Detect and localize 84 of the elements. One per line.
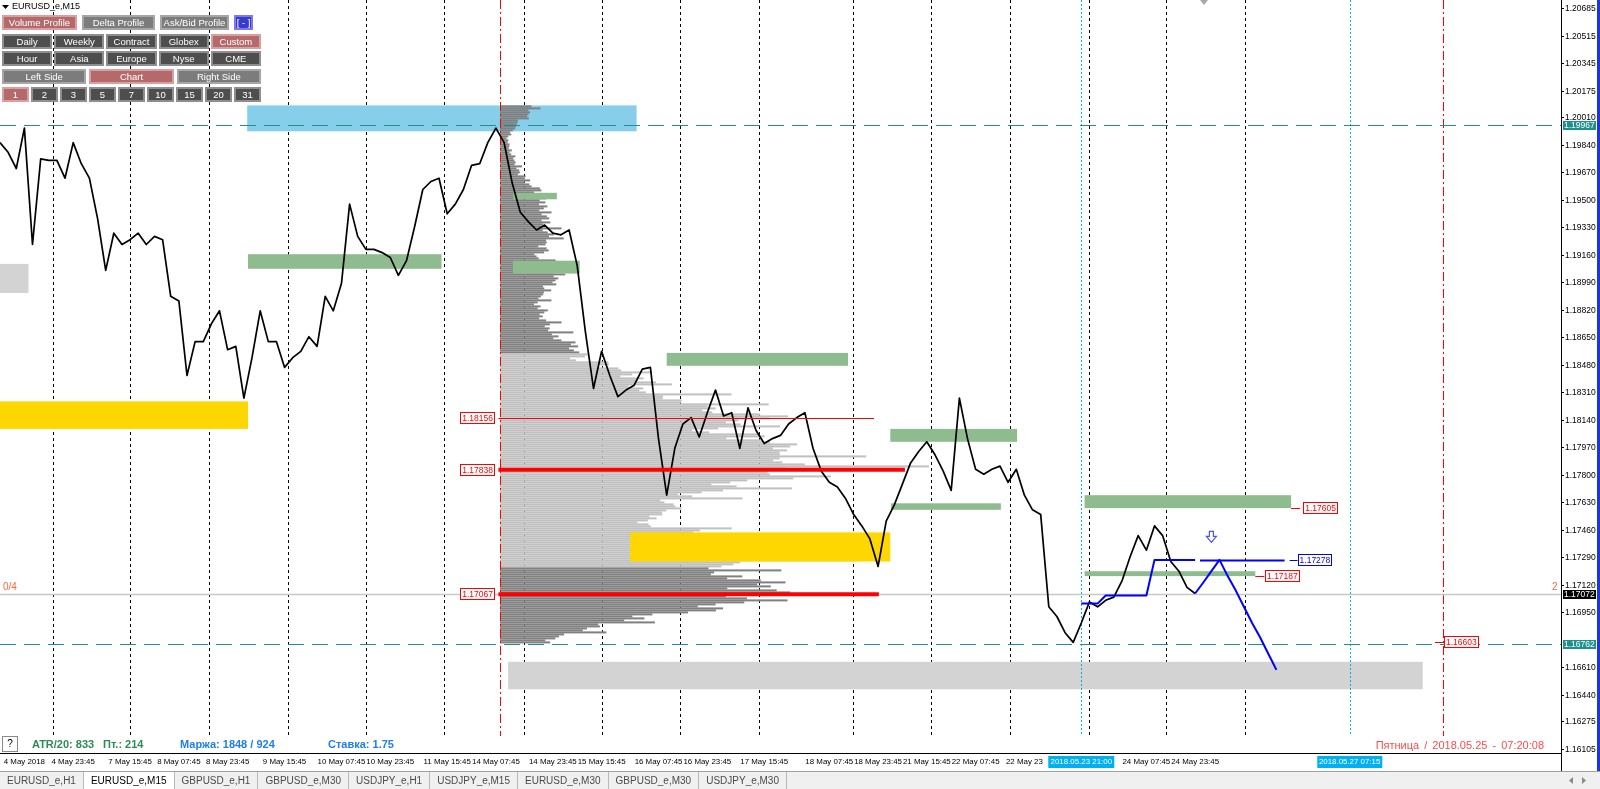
caret-icon[interactable] xyxy=(2,4,9,9)
price-marker: 1.19967 xyxy=(1563,121,1596,131)
leader-line xyxy=(1290,508,1301,509)
price-label: 1.17605 xyxy=(1303,502,1338,515)
price-label: 1.18156 xyxy=(460,412,495,425)
price-marker: 1.16762 xyxy=(1563,639,1596,649)
price-zone xyxy=(0,263,29,293)
price-tick-label: 1.19670 xyxy=(1565,168,1596,177)
price-label: 1.17067 xyxy=(460,588,495,601)
leader-line xyxy=(1434,642,1445,643)
price-tick-label: 1.18140 xyxy=(1565,415,1596,424)
price-tick-label: 1.18820 xyxy=(1565,305,1596,314)
profile-button[interactable]: Volume Profile xyxy=(2,15,77,30)
period-button[interactable]: Asia xyxy=(54,51,105,66)
count-button[interactable]: 7 xyxy=(118,87,145,102)
right-arrow-icon[interactable] xyxy=(1582,777,1586,784)
price-tick-label: 1.17290 xyxy=(1565,553,1596,562)
count-button[interactable]: 20 xyxy=(205,87,232,102)
price-tick-label: 1.18310 xyxy=(1565,388,1596,397)
price-tick-label: 1.16610 xyxy=(1565,663,1596,672)
profile-button[interactable]: Ask/Bid Profile xyxy=(160,15,229,30)
period-button[interactable]: Nyse xyxy=(158,51,209,66)
price-tick-label: 1.18650 xyxy=(1565,333,1596,342)
count-button[interactable]: 15 xyxy=(176,87,203,102)
count-button[interactable]: 31 xyxy=(234,87,261,102)
side-button[interactable]: Chart xyxy=(89,69,174,84)
price-tick-label: 1.19500 xyxy=(1565,195,1596,204)
period-button[interactable]: Daily xyxy=(2,34,53,49)
triangle-icon[interactable] xyxy=(1200,0,1208,5)
indicator-text: ATR/20: 833 xyxy=(32,737,96,751)
help-button[interactable]: ? xyxy=(2,736,18,752)
signal-count: 2 xyxy=(1552,581,1558,592)
price-label: 1.16603 xyxy=(1443,636,1479,649)
count-button[interactable]: 10 xyxy=(147,87,174,102)
count-button[interactable]: 5 xyxy=(89,87,116,102)
period-button[interactable]: Globex xyxy=(158,34,209,49)
count-button[interactable]: 1 xyxy=(2,87,29,102)
price-tick-label: 1.20685 xyxy=(1565,4,1596,13)
count-button[interactable]: 2 xyxy=(31,87,58,102)
price-tick-label: 1.19840 xyxy=(1565,140,1596,149)
price-tick-label: 1.17970 xyxy=(1565,443,1596,452)
indicator-text: Ставка: 1.75 xyxy=(328,737,394,751)
side-button[interactable]: Left Side xyxy=(2,69,87,84)
price-label: 1.17278 xyxy=(1297,554,1333,567)
period-button[interactable]: Custom xyxy=(210,34,261,49)
price-tick-label: 1.16950 xyxy=(1565,608,1596,617)
price-tick-label: 1.19330 xyxy=(1565,223,1596,232)
price-tick-label: 1.18990 xyxy=(1565,278,1596,287)
price-tick-label: 1.16440 xyxy=(1565,690,1596,699)
leader-line xyxy=(1289,560,1299,561)
collapse-button[interactable]: [ - ] xyxy=(234,15,253,30)
period-button[interactable]: CME xyxy=(210,51,261,66)
server-time: Пятница / 2018.05.25 - 07:20:08 xyxy=(1375,739,1544,752)
period-button[interactable]: Europe xyxy=(106,51,157,66)
price-zone xyxy=(513,192,557,200)
period-button[interactable]: Weekly xyxy=(54,34,105,49)
period-button[interactable]: Hour xyxy=(2,51,53,66)
price-label: 1.17838 xyxy=(460,463,495,476)
left-arrow-icon[interactable] xyxy=(1569,777,1573,784)
price-tick-label: 1.17630 xyxy=(1565,498,1596,507)
price-tick-label: 1.16105 xyxy=(1565,744,1596,753)
price-tick-label: 1.19160 xyxy=(1565,250,1596,259)
chart-title: EURUSD_e,M15 xyxy=(12,1,81,12)
period-button[interactable]: Contract xyxy=(106,34,157,49)
indicator-text: Пт.: 214 xyxy=(103,737,145,751)
price-tick-label: 1.17460 xyxy=(1565,525,1596,534)
price-tick-label: 1.17120 xyxy=(1565,580,1596,589)
price-marker: 1.17072 xyxy=(1563,589,1596,599)
price-tick-label: 1.17800 xyxy=(1565,470,1596,479)
profile-button[interactable]: Delta Profile xyxy=(82,15,155,30)
price-tick-label: 1.20345 xyxy=(1565,59,1596,68)
indicator-text: Маржа: 1848 / 924 xyxy=(180,737,276,751)
price-tick-label: 1.20175 xyxy=(1565,86,1596,95)
price-label: 1.17187 xyxy=(1265,570,1300,583)
down-arrow-icon xyxy=(1205,530,1218,544)
leader-line xyxy=(1254,576,1265,577)
signal-count: 0/4 xyxy=(3,581,17,592)
price-tick-label: 1.18480 xyxy=(1565,360,1596,369)
side-button[interactable]: Right Side xyxy=(176,69,261,84)
price-tick-label: 1.20515 xyxy=(1565,31,1596,40)
price-tick-label: 1.20010 xyxy=(1565,113,1596,122)
tab[interactable]: EURUSD_e,M15 xyxy=(83,772,175,789)
count-button[interactable]: 3 xyxy=(60,87,87,102)
price-tick-label: 1.16275 xyxy=(1565,717,1596,726)
